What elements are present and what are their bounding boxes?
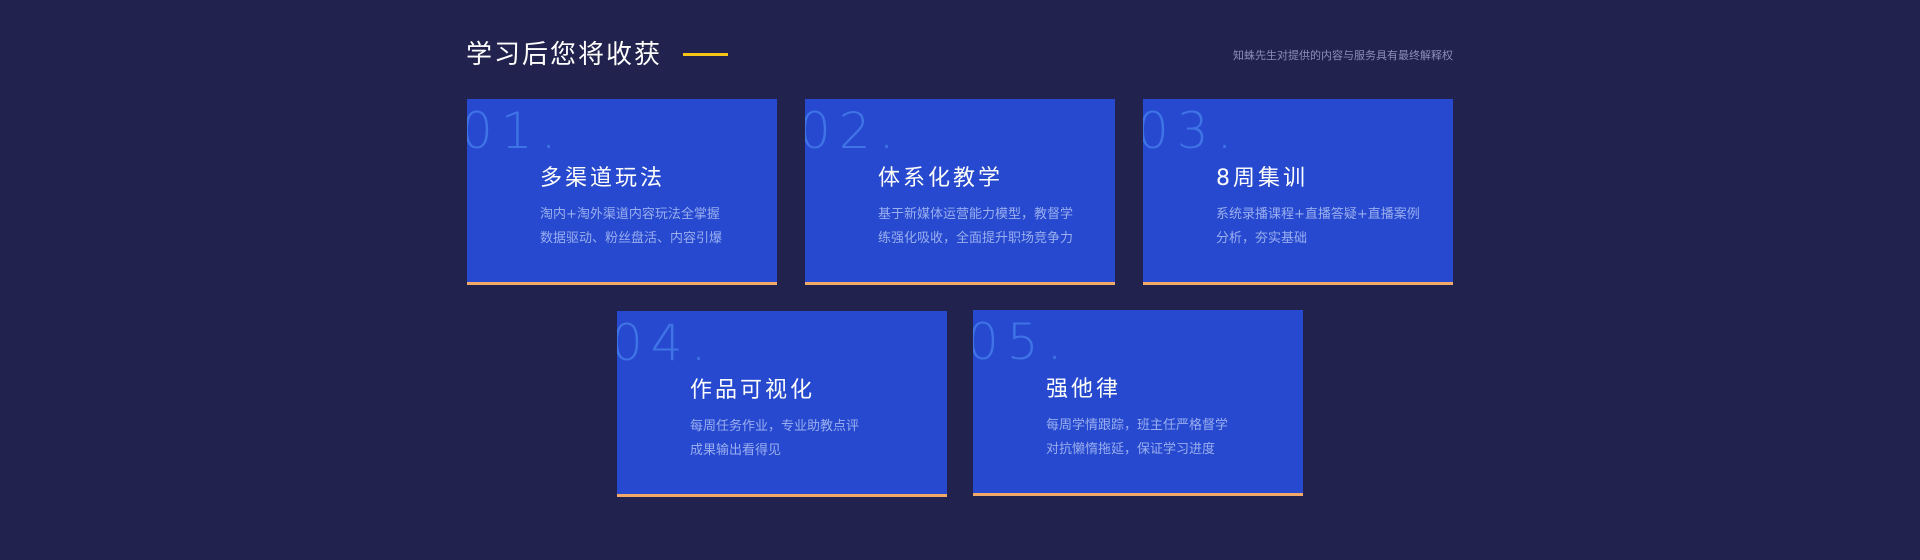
card-number: 04.	[617, 314, 715, 372]
card-description-line: 数据驱动、粉丝盘活、内容引爆	[540, 231, 723, 246]
card-title: 体系化教学	[878, 166, 1004, 191]
card-title: 强他律	[1046, 377, 1122, 402]
card-description: 基于新媒体运营能力模型，教督学 练强化吸收，全面提升职场竞争力	[878, 203, 1073, 251]
card-number: 05.	[973, 313, 1071, 371]
card-description-line: 成果输出看得见	[690, 443, 782, 458]
card-description-line: 系统录播课程+直播答疑+直播案例	[1216, 207, 1420, 222]
disclaimer-text: 知蛛先生对提供的内容与服务具有最终解释权	[1233, 49, 1453, 62]
card-description-line: 分析，夯实基础	[1216, 231, 1308, 246]
card-description: 系统录播课程+直播答疑+直播案例 分析，夯实基础	[1216, 203, 1420, 251]
card-description-line: 练强化吸收，全面提升职场竞争力	[878, 231, 1074, 246]
card-title: 多渠道玩法	[540, 166, 666, 191]
benefit-card-1: 01. 多渠道玩法 淘内+淘外渠道内容玩法全掌握 数据驱动、粉丝盘活、内容引爆	[467, 99, 777, 285]
card-number: 02.	[805, 102, 903, 160]
benefit-card-2: 02. 体系化教学 基于新媒体运营能力模型，教督学 练强化吸收，全面提升职场竞争…	[805, 99, 1115, 285]
card-description-line: 每周学情跟踪，班主任严格督学	[1046, 418, 1229, 433]
card-description: 淘内+淘外渠道内容玩法全掌握 数据驱动、粉丝盘活、内容引爆	[540, 203, 722, 251]
benefit-card-3: 03. 8周集训 系统录播课程+直播答疑+直播案例 分析，夯实基础	[1143, 99, 1453, 285]
title-accent-line	[683, 53, 728, 56]
card-description-line: 对抗懒惰拖延，保证学习进度	[1046, 442, 1216, 457]
card-description: 每周学情跟踪，班主任严格督学 对抗懒惰拖延，保证学习进度	[1046, 414, 1228, 462]
card-number: 03.	[1143, 102, 1241, 160]
card-description: 每周任务作业，专业助教点评 成果输出看得见	[690, 415, 859, 463]
card-description-line: 每周任务作业，专业助教点评	[690, 419, 860, 434]
benefit-card-4: 04. 作品可视化 每周任务作业，专业助教点评 成果输出看得见	[617, 311, 947, 497]
card-title: 作品可视化	[690, 378, 816, 403]
card-description-line: 基于新媒体运营能力模型，教督学	[878, 207, 1074, 222]
card-number: 01.	[467, 102, 565, 160]
benefit-card-5: 05. 强他律 每周学情跟踪，班主任严格督学 对抗懒惰拖延，保证学习进度	[973, 310, 1303, 496]
card-title: 8周集训	[1216, 166, 1308, 191]
card-description-line: 淘内+淘外渠道内容玩法全掌握	[540, 207, 720, 222]
section-title: 学习后您将收获	[466, 40, 663, 70]
